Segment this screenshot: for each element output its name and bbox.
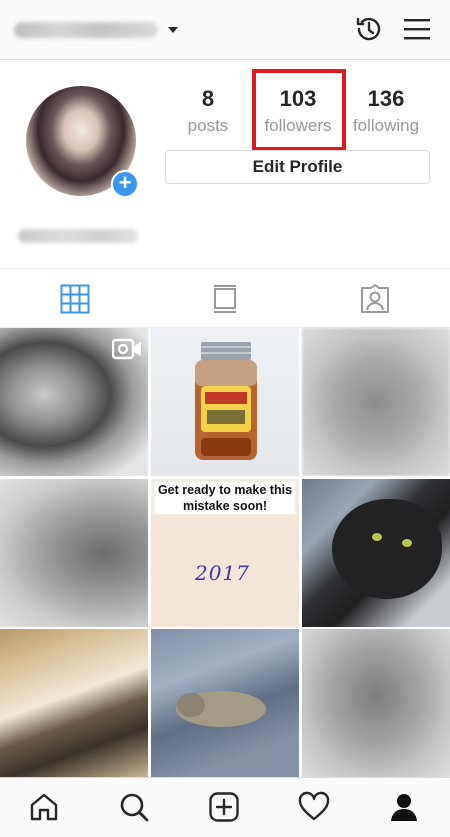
post-caption: Get ready to make this mistake soon! bbox=[155, 482, 295, 514]
handwritten-year: 2017 bbox=[195, 561, 250, 585]
tagged-icon[interactable] bbox=[360, 284, 390, 314]
chevron-down-icon[interactable] bbox=[168, 27, 178, 33]
grid-post-2[interactable] bbox=[151, 328, 299, 476]
posts-label: posts bbox=[187, 116, 229, 135]
history-icon[interactable] bbox=[353, 13, 385, 45]
display-name-blurred bbox=[18, 229, 138, 243]
profile-tabs bbox=[0, 268, 450, 328]
avatar[interactable]: + bbox=[26, 86, 139, 198]
profile-icon[interactable] bbox=[388, 791, 420, 823]
cat-eye bbox=[402, 539, 412, 547]
heart-icon[interactable] bbox=[298, 791, 330, 823]
cat-sleeping-image bbox=[176, 691, 266, 727]
cat-eye bbox=[372, 533, 382, 541]
grid-post-4[interactable] bbox=[0, 479, 148, 627]
following-count: 136 bbox=[367, 86, 405, 111]
jar-image bbox=[195, 342, 257, 460]
add-story-icon[interactable]: + bbox=[111, 170, 139, 198]
menu-icon[interactable] bbox=[403, 16, 431, 42]
video-camera-icon bbox=[112, 338, 141, 360]
grid-icon[interactable] bbox=[60, 284, 90, 314]
grid-post-5[interactable]: Get ready to make this mistake soon! 201… bbox=[151, 479, 299, 627]
cat-face bbox=[332, 499, 442, 599]
search-icon[interactable] bbox=[118, 791, 150, 823]
followers-highlight-box bbox=[252, 69, 346, 151]
grid-post-9[interactable] bbox=[302, 629, 450, 777]
add-post-icon[interactable] bbox=[208, 791, 240, 823]
grid-post-7[interactable] bbox=[0, 629, 148, 777]
following-label: following bbox=[352, 116, 420, 135]
bottom-nav bbox=[0, 777, 450, 837]
posts-count: 8 bbox=[201, 86, 215, 111]
grid-post-8[interactable] bbox=[151, 629, 299, 777]
grid-post-1[interactable] bbox=[0, 328, 148, 476]
grid-post-3[interactable] bbox=[302, 328, 450, 476]
stat-posts[interactable]: 8 posts bbox=[168, 86, 248, 140]
stat-following[interactable]: 136 following bbox=[346, 86, 426, 140]
feed-icon[interactable] bbox=[210, 284, 240, 314]
top-bar: rampletheletica bbox=[0, 0, 450, 60]
post-grid: Get ready to make this mistake soon! 201… bbox=[0, 328, 450, 777]
username-blurred[interactable] bbox=[14, 22, 158, 38]
grid-post-6[interactable] bbox=[302, 479, 450, 627]
home-icon[interactable] bbox=[28, 791, 60, 823]
edit-profile-button[interactable]: Edit Profile bbox=[165, 150, 430, 184]
